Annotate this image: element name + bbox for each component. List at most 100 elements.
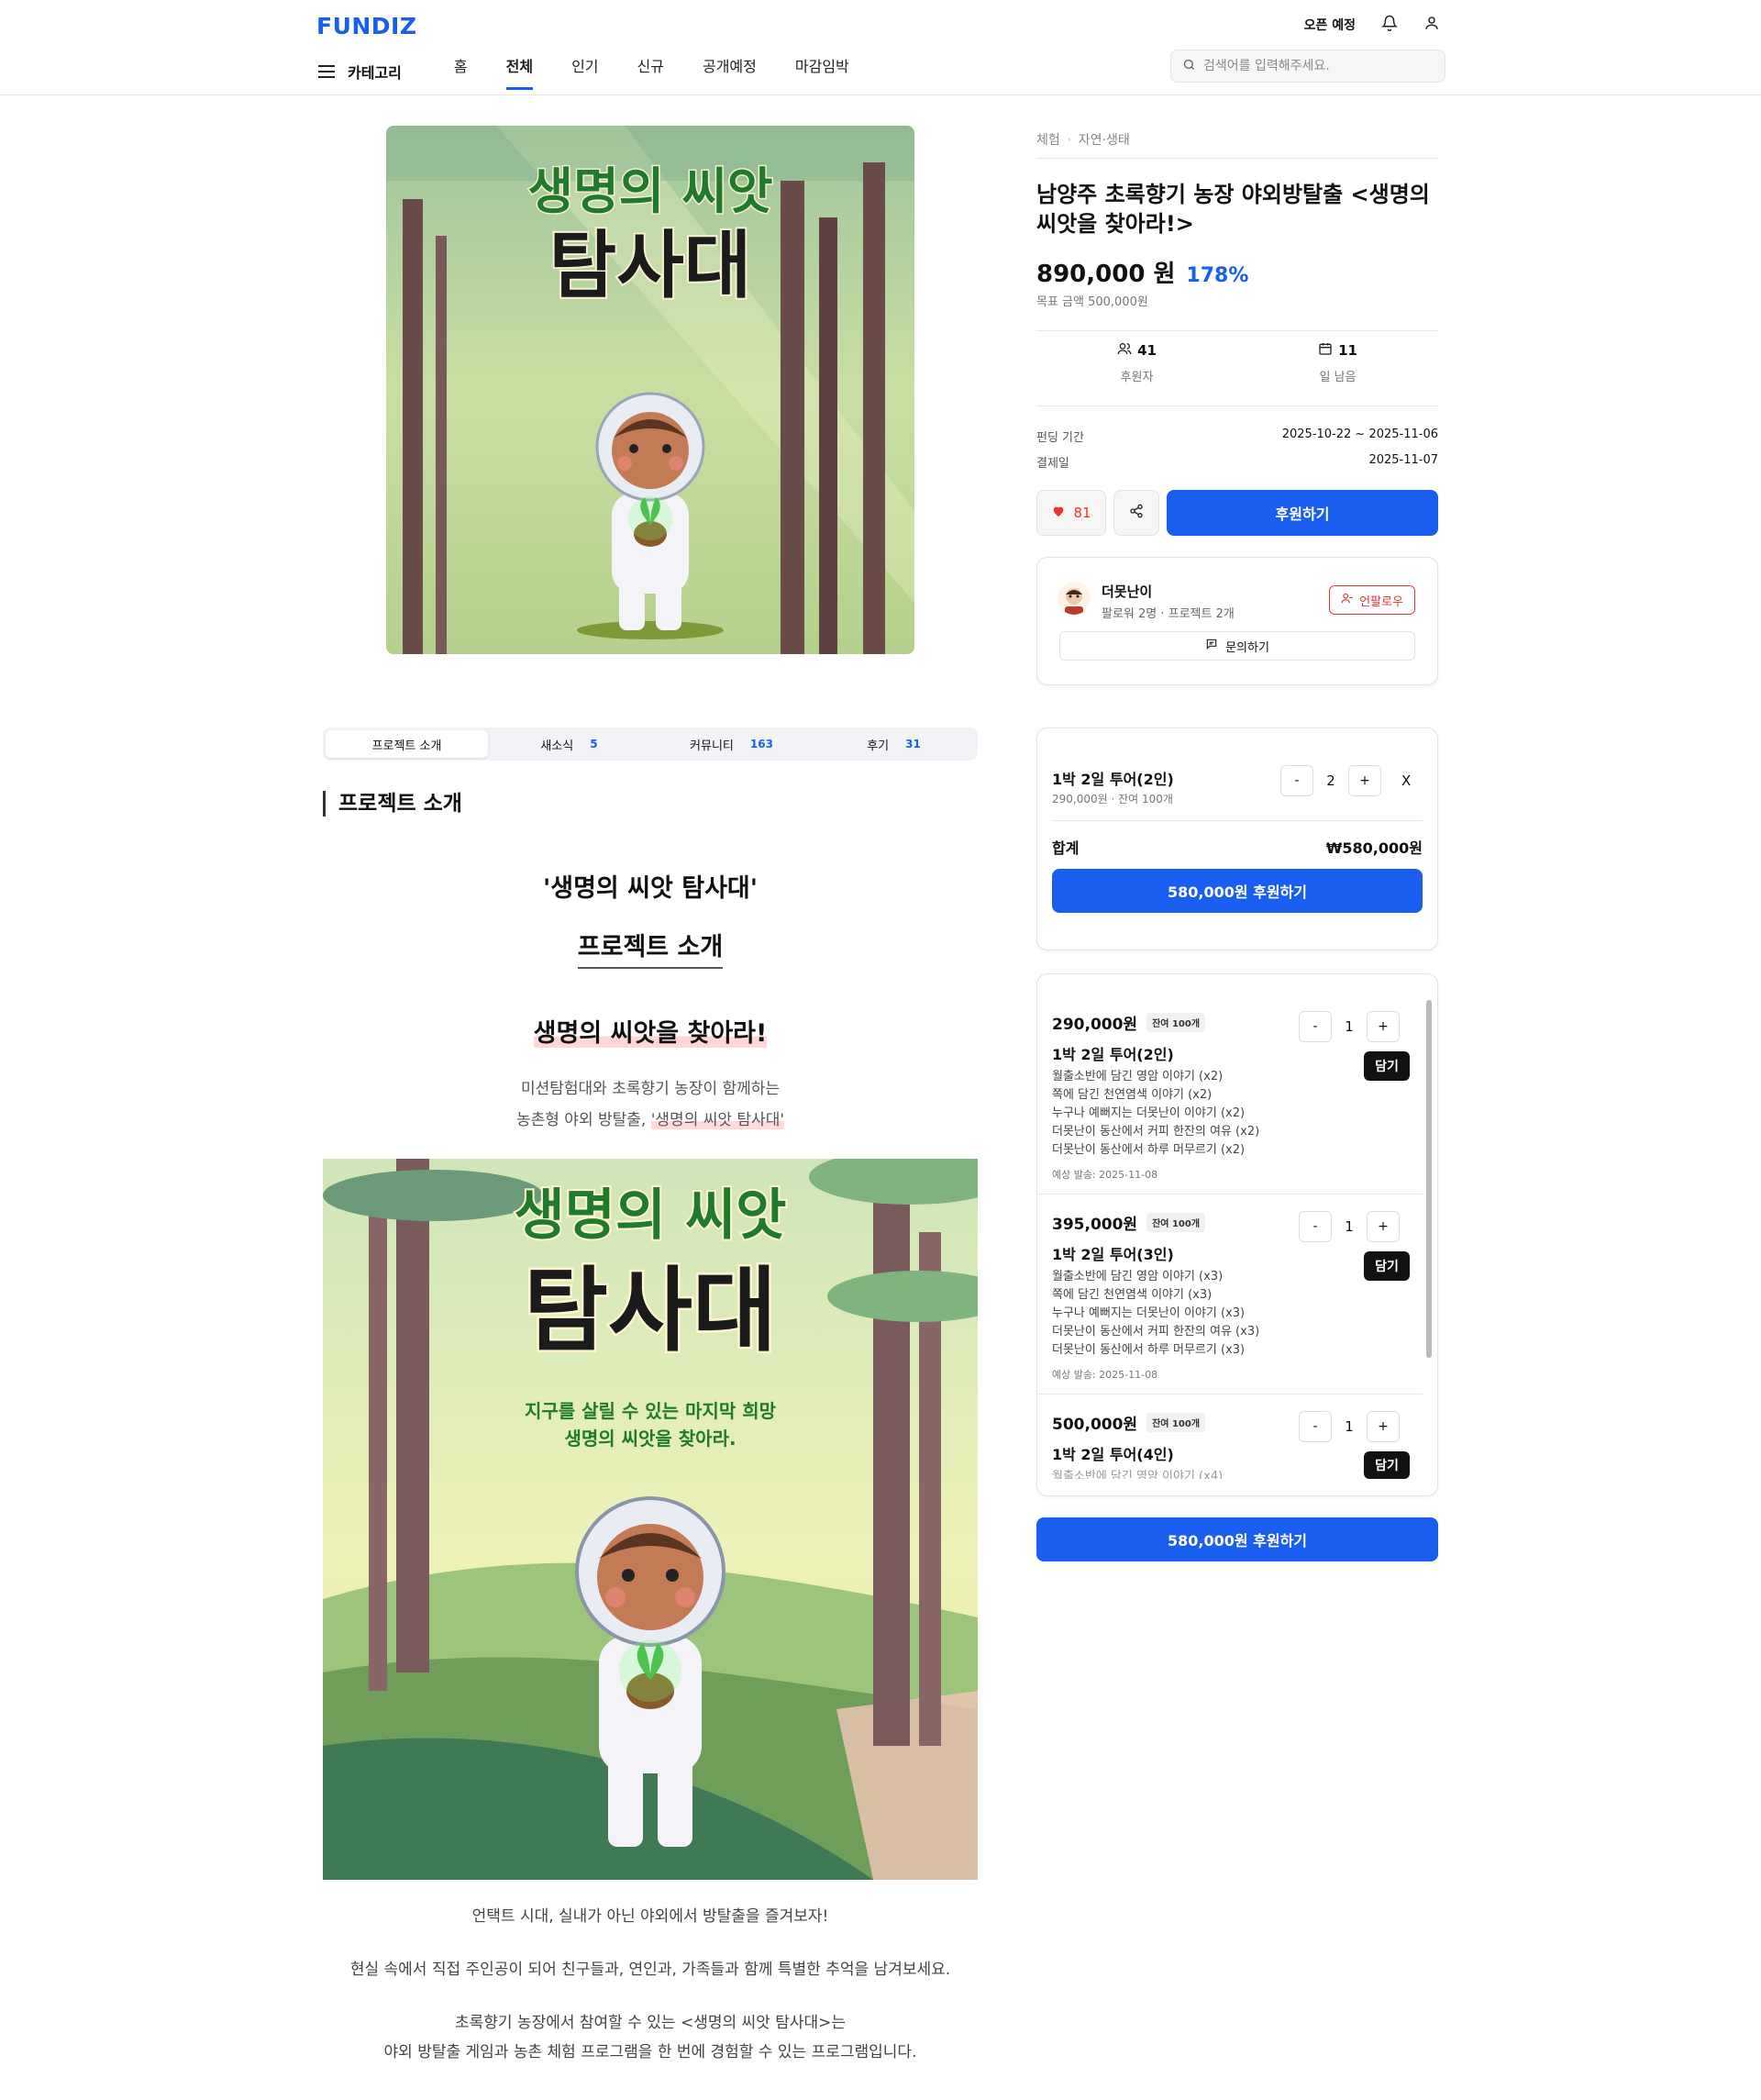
funding-amount: 890,000 원 (1036, 261, 1176, 288)
intro-heading-1: '생명의 씨앗 탐사대' (542, 874, 759, 903)
poster-title-bottom: 탐사대 (524, 1257, 777, 1364)
days-left-count: 11 (1338, 342, 1357, 359)
quantity-stepper: - 2 + (1280, 765, 1381, 796)
quantity-value: 1 (1345, 1018, 1354, 1035)
divider (1036, 330, 1438, 331)
add-to-cart-button[interactable]: 담기 (1364, 1451, 1410, 1479)
unfollow-label: 언팔로우 (1359, 594, 1403, 609)
funding-period-row: 펀딩 기간 2025-10-22 ~ 2025-11-06 (1036, 428, 1438, 445)
search-bar (1170, 50, 1445, 83)
action-row: 81 후원하기 (1036, 490, 1438, 536)
tab-reviews[interactable]: 후기 31 (813, 730, 975, 758)
inquiry-button[interactable]: 문의하기 (1059, 631, 1415, 661)
breadcrumb: 체험 › 자연·생태 (1036, 130, 1438, 149)
bottom-checkout-button[interactable]: 580,000원 후원하기 (1036, 1517, 1438, 1561)
add-to-cart-button[interactable]: 담기 (1364, 1051, 1410, 1081)
intro-line-2a: 농촌형 야외 방탈출, (515, 1111, 651, 1129)
tab-news[interactable]: 새소식 5 (488, 730, 650, 758)
project-title: 남양주 초록향기 농장 야외방탈출 <생명의 씨앗을 찾아라!> (1036, 182, 1430, 237)
avatar[interactable] (1058, 582, 1091, 615)
creator-meta: 팔로워 2명 · 프로젝트 2개 (1102, 607, 1235, 621)
breadcrumb-item[interactable]: 체험 (1036, 130, 1060, 149)
intro-line-1: 미션탐험대와 초록향기 농장이 함께하는 (520, 1080, 781, 1098)
share-icon (1129, 504, 1144, 522)
nav-item-upcoming[interactable]: 공개예정 (683, 53, 776, 90)
tab-intro[interactable]: 프로젝트 소개 (326, 730, 488, 758)
project-main-image: 생명의 씨앗 탐사대 (386, 126, 914, 654)
nav-item-home[interactable]: 홈 (435, 53, 487, 90)
nav-item-new[interactable]: 신규 (618, 53, 683, 90)
checkout-button[interactable]: 580,000원 후원하기 (1052, 869, 1423, 913)
bell-icon[interactable] (1381, 15, 1398, 35)
intro-paragraph-3: 현실 속에서 직접 주인공이 되어 친구들과, 연인과, 가족들과 함께 특별한… (349, 1961, 951, 1979)
reward-list: 290,000원 잔여 100개 1박 2일 투어(2인) 월출소반에 담긴 영암… (1036, 973, 1438, 1496)
intro-paragraph-4b: 야외 방탈출 게임과 농촌 체험 프로그램을 한 번에 경험할 수 있는 프로그… (383, 2043, 917, 2061)
quantity-stepper: - 1 + (1299, 1211, 1400, 1242)
decrease-button[interactable]: - (1299, 1211, 1332, 1242)
breadcrumb-item[interactable]: 자연·생태 (1079, 130, 1130, 149)
logo[interactable]: FUNDIZ (316, 13, 416, 39)
reward-name: 1박 2일 투어(2인) (1052, 1046, 1174, 1063)
increase-button[interactable]: + (1348, 765, 1381, 796)
intro-paragraph-1: 미션탐험대와 초록향기 농장이 함께하는 농촌형 야외 방탈출, '생명의 씨앗… (323, 1073, 978, 1136)
payment-date-row: 결제일 2025-11-07 (1036, 453, 1438, 471)
poster-subtitle-1: 지구를 살릴 수 있는 마지막 희망 (525, 1400, 777, 1422)
intro-line-2: 농촌형 야외 방탈출, '생명의 씨앗 탐사대' (323, 1105, 978, 1136)
intro-paragraph-4a: 초록향기 농장에서 참여할 수 있는 <생명의 씨앗 탐사대>는 (454, 2014, 847, 2032)
reward-line: 월출소반에 담긴 영암 이야기 (x4) (1052, 1470, 1224, 1479)
poster-title-top: 생명의 씨앗 (515, 1183, 787, 1248)
calendar-icon (1318, 341, 1333, 360)
reward-line: 월출소반에 담긴 영암 이야기 (x2) (1052, 1070, 1224, 1083)
message-icon (1205, 638, 1218, 654)
remove-button[interactable]: X (1401, 772, 1411, 789)
nav-category[interactable]: 카테고리 (348, 61, 402, 83)
nav-item-closing[interactable]: 마감임박 (776, 53, 869, 90)
increase-button[interactable]: + (1367, 1211, 1400, 1242)
stat-supporters: 41 후원자 (1036, 341, 1237, 384)
intro-heading-2-text: 프로젝트 소개 (577, 933, 724, 969)
fund-button[interactable]: 후원하기 (1167, 490, 1438, 536)
hamburger-menu-icon[interactable] (316, 62, 337, 81)
selected-reward-card: 1박 2일 투어(2인) 290,000원 · 잔여 100개 - 2 + X … (1036, 728, 1438, 950)
increase-button[interactable]: + (1367, 1011, 1400, 1042)
intro-heading-3-text: 생명의 씨앗을 찾아라! (533, 1019, 768, 1048)
supporters-count: 41 (1137, 342, 1157, 359)
site-header: FUNDIZ 오픈 예정 카테고리 홈 전체 인기 신규 공개예정 마감임박 (0, 0, 1761, 95)
project-poster-image: 생명의 씨앗 탐사대 지구를 살릴 수 있는 마지막 희망 생명의 씨앗을 찾아… (323, 1159, 978, 1880)
ship-date: 예상 발송: 2025-11-08 (1052, 1369, 1158, 1381)
search-input[interactable] (1203, 59, 1423, 73)
share-button[interactable] (1113, 490, 1159, 536)
unfollow-button[interactable]: 언팔로우 (1329, 585, 1415, 615)
nav-item-all[interactable]: 전체 (487, 53, 552, 90)
reward-line: 쪽에 담긴 천연염색 이야기 (x3) (1052, 1288, 1213, 1302)
decrease-button[interactable]: - (1280, 765, 1313, 796)
open-soon-link[interactable]: 오픈 예정 (1304, 16, 1356, 34)
reward-price: 290,000원 (1052, 1016, 1138, 1034)
scrollbar[interactable] (1426, 1000, 1432, 1358)
stats-row: 41 후원자 11 일 남음 (1036, 341, 1438, 384)
like-button[interactable]: 81 (1036, 490, 1106, 536)
user-icon[interactable] (1423, 15, 1440, 35)
funding-percent: 178% (1186, 264, 1249, 287)
selected-reward-name: 1박 2일 투어(2인) (1052, 771, 1174, 788)
nav-item-popular[interactable]: 인기 (552, 53, 617, 90)
quantity-value: 1 (1345, 1218, 1354, 1235)
reward-line: 월출소반에 담긴 영암 이야기 (x3) (1052, 1270, 1224, 1283)
reward-line: 더못난이 동산에서 커피 한잔의 여유 (x3) (1052, 1325, 1260, 1339)
top-utility: 오픈 예정 (1304, 15, 1440, 35)
quantity-value: 2 (1326, 772, 1335, 789)
payment-date-label: 결제일 (1036, 457, 1069, 471)
tab-community[interactable]: 커뮤니티 163 (650, 730, 813, 758)
intro-heading-3: 생명의 씨앗을 찾아라! (323, 1013, 978, 1049)
users-icon (1117, 341, 1132, 360)
reward-items: 월출소반에 담긴 영암 이야기 (x4) (1052, 1468, 1223, 1479)
reward-line: 누구나 예뻐지는 더못난이 이야기 (x3) (1052, 1306, 1246, 1320)
reward-name: 1박 2일 투어(4인) (1052, 1446, 1174, 1463)
decrease-button[interactable]: - (1299, 1411, 1332, 1442)
creator-name[interactable]: 더못난이 (1102, 582, 1152, 601)
increase-button[interactable]: + (1367, 1411, 1400, 1442)
reward-price: 500,000원 (1052, 1416, 1138, 1434)
add-to-cart-button[interactable]: 담기 (1364, 1251, 1410, 1281)
inquiry-label: 문의하기 (1225, 640, 1269, 655)
decrease-button[interactable]: - (1299, 1011, 1332, 1042)
